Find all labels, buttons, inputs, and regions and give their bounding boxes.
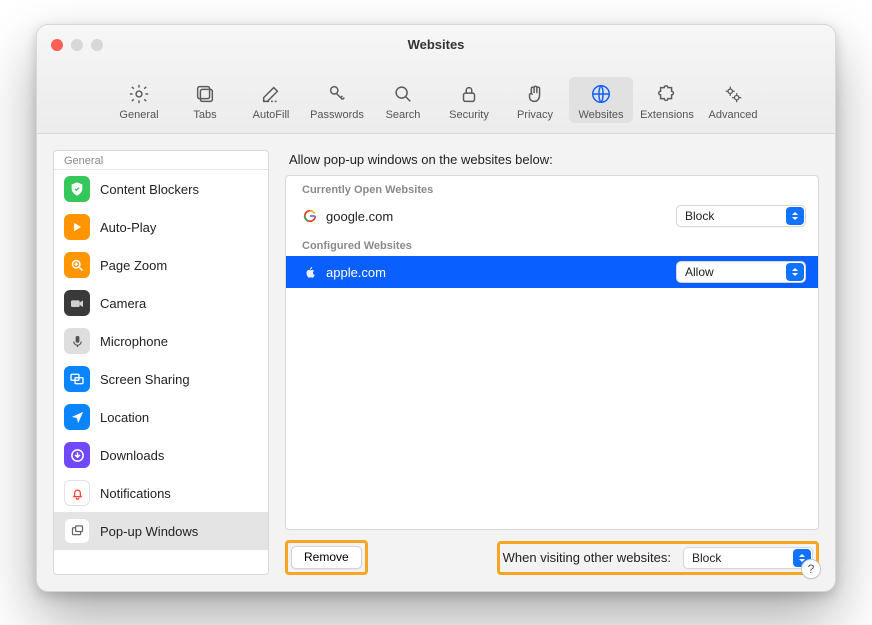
remove-button[interactable]: Remove — [291, 546, 362, 569]
sidebar-item-label: Auto-Play — [100, 220, 156, 235]
location-icon — [64, 404, 90, 430]
sidebar-item-label: Downloads — [100, 448, 164, 463]
question-mark-icon: ? — [808, 562, 815, 576]
tab-security[interactable]: Security — [437, 77, 501, 123]
tab-privacy[interactable]: Privacy — [503, 77, 567, 123]
sidebar-item-label: Content Blockers — [100, 182, 199, 197]
select-value: Block — [692, 551, 721, 565]
titlebar: Websites — [37, 25, 835, 73]
preferences-toolbar: General Tabs AutoFill Passwords Search — [37, 73, 835, 134]
website-name: google.com — [326, 209, 676, 224]
screens-icon — [64, 366, 90, 392]
sidebar-item-label: Notifications — [100, 486, 171, 501]
help-button[interactable]: ? — [801, 559, 821, 579]
mic-icon — [64, 328, 90, 354]
key-icon — [324, 81, 350, 107]
shield-icon — [64, 176, 90, 202]
lock-icon — [456, 81, 482, 107]
download-icon — [64, 442, 90, 468]
tab-label: Advanced — [709, 109, 758, 121]
tab-label: Passwords — [310, 109, 364, 121]
gears-icon — [720, 81, 746, 107]
tab-websites[interactable]: Websites — [569, 77, 633, 123]
tab-label: Tabs — [193, 109, 216, 121]
site-permission-select[interactable]: Block — [676, 205, 806, 227]
search-icon — [390, 81, 416, 107]
stepper-arrows-icon — [786, 263, 804, 281]
sidebar-section-header: General — [54, 151, 268, 170]
website-row[interactable]: apple.com Allow — [286, 256, 818, 288]
configured-websites-header: Configured Websites — [286, 232, 818, 256]
tab-search[interactable]: Search — [371, 77, 435, 123]
sidebar-item-screen-sharing[interactable]: Screen Sharing — [54, 360, 268, 398]
button-label: Remove — [304, 550, 349, 564]
sidebar-item-label: Screen Sharing — [100, 372, 190, 387]
remove-highlight: Remove — [285, 540, 368, 575]
puzzle-icon — [654, 81, 680, 107]
tab-general[interactable]: General — [107, 77, 171, 123]
apple-favicon-icon — [302, 264, 318, 280]
settings-sidebar: General Content Blockers Auto-Play Page … — [53, 150, 269, 575]
tab-label: Websites — [578, 109, 623, 121]
sidebar-item-label: Microphone — [100, 334, 168, 349]
select-value: Allow — [685, 265, 714, 279]
sidebar-item-microphone[interactable]: Microphone — [54, 322, 268, 360]
sidebar-item-notifications[interactable]: Notifications — [54, 474, 268, 512]
sidebar-item-label: Pop-up Windows — [100, 524, 198, 539]
bell-icon — [64, 480, 90, 506]
website-name: apple.com — [326, 265, 676, 280]
sidebar-item-page-zoom[interactable]: Page Zoom — [54, 246, 268, 284]
site-permission-select[interactable]: Allow — [676, 261, 806, 283]
select-value: Block — [685, 209, 714, 223]
main-heading: Allow pop-up windows on the websites bel… — [289, 152, 819, 167]
zoom-icon — [64, 252, 90, 278]
footer-controls: Remove When visiting other websites: Blo… — [285, 540, 819, 575]
gear-icon — [126, 81, 152, 107]
main-panel: Allow pop-up windows on the websites bel… — [285, 150, 819, 575]
sidebar-item-content-blockers[interactable]: Content Blockers — [54, 170, 268, 208]
content-area: General Content Blockers Auto-Play Page … — [37, 134, 835, 591]
camera-icon — [64, 290, 90, 316]
window-title: Websites — [37, 37, 835, 52]
default-setting-highlight: When visiting other websites: Block — [497, 541, 819, 575]
tab-extensions[interactable]: Extensions — [635, 77, 699, 123]
tab-label: Privacy — [517, 109, 553, 121]
sidebar-item-auto-play[interactable]: Auto-Play — [54, 208, 268, 246]
tab-label: Extensions — [640, 109, 694, 121]
default-permission-select[interactable]: Block — [683, 547, 813, 569]
preferences-window: Websites General Tabs AutoFill Password — [36, 24, 836, 592]
tab-label: Search — [386, 109, 421, 121]
tab-label: AutoFill — [253, 109, 290, 121]
play-icon — [64, 214, 90, 240]
sidebar-item-label: Camera — [100, 296, 146, 311]
sidebar-item-downloads[interactable]: Downloads — [54, 436, 268, 474]
website-row[interactable]: google.com Block — [286, 200, 818, 232]
globe-icon — [588, 81, 614, 107]
tab-tabs[interactable]: Tabs — [173, 77, 237, 123]
popup-icon — [64, 518, 90, 544]
tab-label: Security — [449, 109, 489, 121]
tab-label: General — [119, 109, 158, 121]
open-websites-header: Currently Open Websites — [286, 176, 818, 200]
hand-icon — [522, 81, 548, 107]
google-favicon-icon — [302, 208, 318, 224]
tabs-icon — [192, 81, 218, 107]
sidebar-item-popup-windows[interactable]: Pop-up Windows — [54, 512, 268, 550]
website-list: Currently Open Websites google.com Block… — [285, 175, 819, 530]
tab-advanced[interactable]: Advanced — [701, 77, 765, 123]
tab-autofill[interactable]: AutoFill — [239, 77, 303, 123]
stepper-arrows-icon — [786, 207, 804, 225]
pen-icon — [258, 81, 284, 107]
sidebar-item-label: Location — [100, 410, 149, 425]
sidebar-item-label: Page Zoom — [100, 258, 167, 273]
other-websites-label: When visiting other websites: — [503, 550, 671, 565]
sidebar-item-camera[interactable]: Camera — [54, 284, 268, 322]
sidebar-item-location[interactable]: Location — [54, 398, 268, 436]
tab-passwords[interactable]: Passwords — [305, 77, 369, 123]
